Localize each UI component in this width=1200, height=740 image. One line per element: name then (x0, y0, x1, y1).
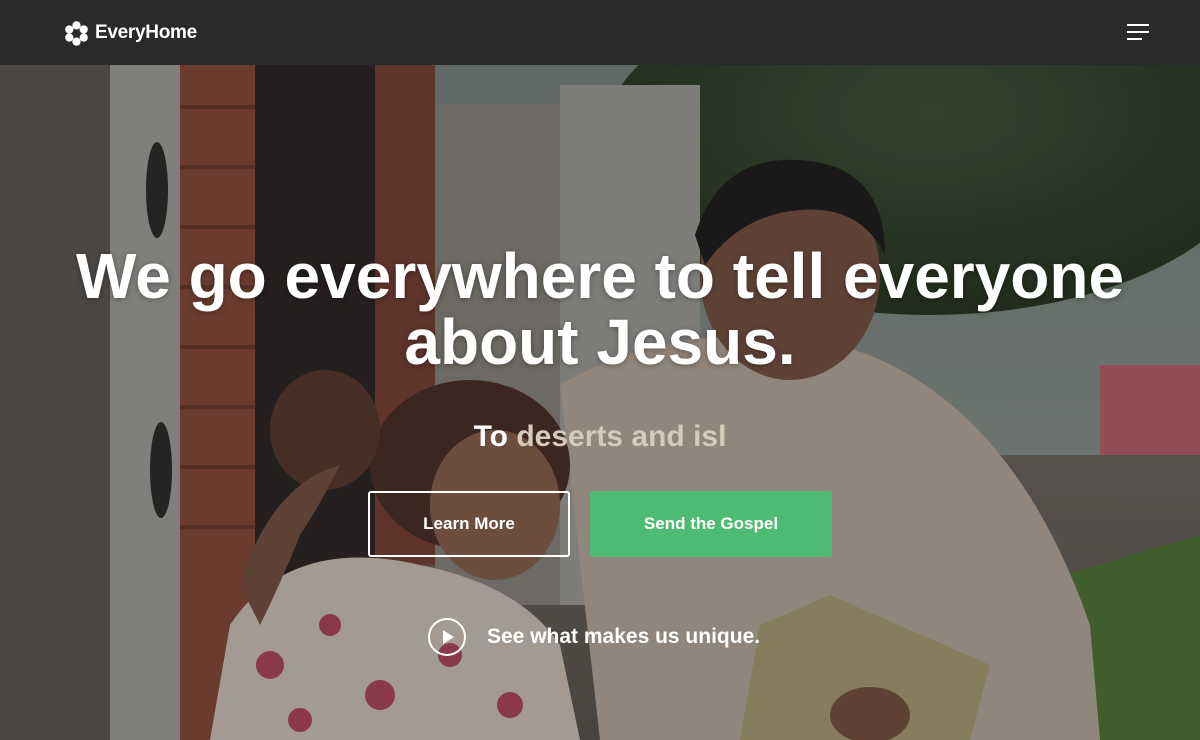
video-link[interactable]: See what makes us unique. (427, 617, 760, 657)
subline-typed-text: deserts and isl (516, 420, 727, 453)
hero-section: We go everywhere to tell everyone about … (0, 65, 1200, 740)
send-the-gospel-button[interactable]: Send the Gospel (590, 491, 832, 557)
flower-icon (65, 20, 88, 46)
play-icon (428, 618, 466, 656)
learn-more-button[interactable]: Learn More (368, 491, 570, 557)
site-logo[interactable]: EveryHome (64, 20, 197, 46)
hero-typed-subline: To deserts and isl (300, 420, 900, 454)
subline-static-text: To (473, 420, 508, 453)
hero-headline: We go everywhere to tell everyone about … (75, 240, 1125, 378)
video-link-label: See what makes us unique. (487, 625, 761, 648)
site-header: EveryHome (0, 0, 1200, 65)
hamburger-menu-icon[interactable] (1127, 24, 1151, 42)
logo-text: EveryHome (95, 22, 197, 43)
